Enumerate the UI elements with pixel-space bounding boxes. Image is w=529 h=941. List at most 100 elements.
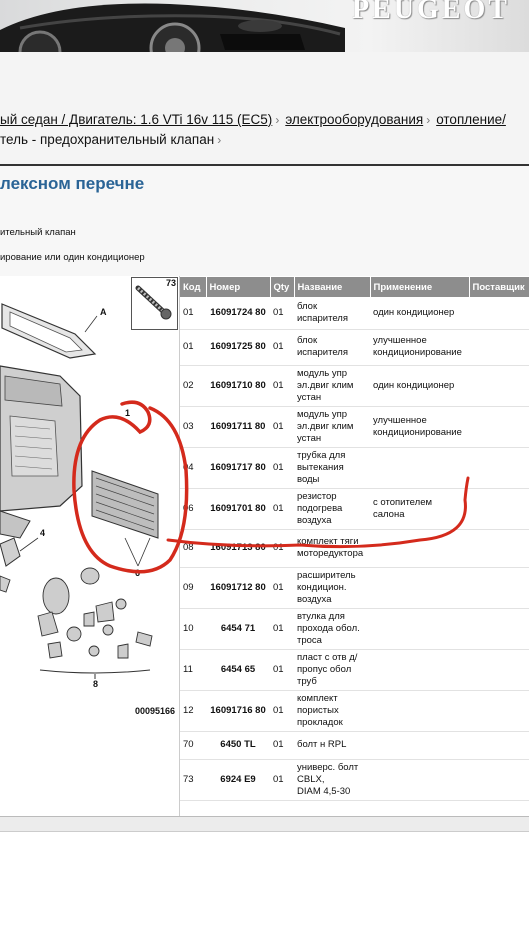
cell-qty: 01 bbox=[270, 529, 294, 568]
cell-qty: 01 bbox=[270, 488, 294, 530]
table-row[interactable]: 70 6450 TL 01 болт н RPL bbox=[180, 731, 529, 760]
cell-nomer: 6450 TL bbox=[206, 731, 270, 760]
table-header-row: Код Номер Qty Название Применение Постав… bbox=[180, 277, 529, 297]
cell-app bbox=[370, 690, 469, 732]
callout-1: 1 bbox=[125, 408, 131, 418]
cell-qty: 01 bbox=[270, 329, 294, 366]
table-row[interactable]: 10 6454 71 01 втулка для прохода обол. трос… bbox=[180, 608, 529, 650]
cell-app bbox=[370, 529, 469, 568]
brand-banner: PEUGEOT bbox=[0, 0, 529, 52]
cell-kod: 01 bbox=[180, 297, 206, 330]
col-header-supplier[interactable]: Поставщик bbox=[469, 277, 529, 297]
filter-line-1: ительный клапан bbox=[0, 227, 76, 238]
cell-supplier bbox=[469, 297, 529, 330]
cell-name: блок испарителя bbox=[294, 329, 370, 366]
table-row[interactable]: 03 16091711 80 01 модуль упр эл.двиг клим у… bbox=[180, 406, 529, 448]
table-row[interactable]: 73 6924 E9 01 универс. болт CBLX, DIAM 4,5-… bbox=[180, 759, 529, 801]
cell-name: пласт с отв д/ пропус обол труб bbox=[294, 649, 370, 691]
cell-name: модуль упр эл.двиг клим устан bbox=[294, 406, 370, 448]
cell-supplier bbox=[469, 567, 529, 609]
cell-kod: 09 bbox=[180, 567, 206, 609]
bottom-bar bbox=[0, 816, 529, 832]
cell-app bbox=[370, 731, 469, 760]
cell-supplier bbox=[469, 690, 529, 732]
cell-supplier bbox=[469, 329, 529, 366]
cell-kod: 73 bbox=[180, 759, 206, 801]
cell-name: комплект пористых прокладок bbox=[294, 690, 370, 732]
cell-supplier bbox=[469, 731, 529, 760]
cell-app bbox=[370, 759, 469, 801]
section-header: лексном перечне ительный клапан ирование… bbox=[0, 166, 529, 276]
cell-app: улучшенное кондиционирование bbox=[370, 329, 469, 366]
cell-kod: 06 bbox=[180, 488, 206, 530]
page-title: лексном перечне bbox=[0, 174, 145, 193]
cell-kod: 01 bbox=[180, 329, 206, 366]
breadcrumb-link-electrical[interactable]: электрооборудования bbox=[285, 112, 423, 127]
brand-logo: PEUGEOT bbox=[352, 0, 510, 25]
table-row[interactable]: 09 16091712 80 01 расширитель кондицион. во… bbox=[180, 567, 529, 609]
cell-supplier bbox=[469, 759, 529, 801]
cell-supplier bbox=[469, 365, 529, 407]
cell-name: модуль упр эл.двиг клим устан bbox=[294, 365, 370, 407]
cell-kod: 03 bbox=[180, 406, 206, 448]
cell-name: расширитель кондицион. воздуха bbox=[294, 567, 370, 609]
breadcrumb: ый седан / Двигатель: 1.6 VTi 16v 115 (E… bbox=[0, 112, 506, 127]
table-row[interactable]: 12 16091716 80 01 комплект пористых проклад… bbox=[180, 690, 529, 732]
table-row[interactable]: 01 16091725 80 01 блок испарителя улучшенное… bbox=[180, 329, 529, 366]
filter-line-2: ирование или один кондиционер bbox=[0, 252, 145, 263]
breadcrumb-current: тель - предохранительный клапан › bbox=[0, 132, 227, 147]
breadcrumb-link-heating[interactable]: отопление/ bbox=[436, 112, 506, 127]
cell-nomer: 6924 E9 bbox=[206, 759, 270, 801]
cell-supplier bbox=[469, 406, 529, 448]
table-row[interactable]: 06 16091701 80 01 резистор подогрева воздух… bbox=[180, 488, 529, 530]
cell-kod: 11 bbox=[180, 649, 206, 691]
cell-nomer: 6454 71 bbox=[206, 608, 270, 650]
cell-nomer: 16091725 80 bbox=[206, 329, 270, 366]
breadcrumb-link-model[interactable]: ый седан / Двигатель: 1.6 VTi 16v 115 (E… bbox=[0, 112, 272, 127]
cell-nomer: 16091710 80 bbox=[206, 365, 270, 407]
cell-app: один кондиционер bbox=[370, 297, 469, 330]
cell-qty: 01 bbox=[270, 447, 294, 489]
col-header-kod[interactable]: Код bbox=[180, 277, 207, 297]
cell-app: с отопителем салона bbox=[370, 488, 469, 530]
table-row[interactable]: 02 16091710 80 01 модуль упр эл.двиг клим у… bbox=[180, 365, 529, 407]
cell-name: комплект тяги моторедуктора bbox=[294, 529, 370, 568]
cell-kod: 70 bbox=[180, 731, 206, 760]
col-header-qty[interactable]: Qty bbox=[270, 277, 295, 297]
cell-qty: 01 bbox=[270, 297, 294, 330]
cell-kod: 10 bbox=[180, 608, 206, 650]
cell-nomer: 16091711 80 bbox=[206, 406, 270, 448]
cell-qty: 01 bbox=[270, 649, 294, 691]
cell-name: втулка для прохода обол. троса bbox=[294, 608, 370, 650]
cell-nomer: 16091713 80 bbox=[206, 529, 270, 568]
cell-qty: 01 bbox=[270, 759, 294, 801]
cell-nomer: 16091724 80 bbox=[206, 297, 270, 330]
parts-table: Код Номер Qty Название Применение Постав… bbox=[180, 277, 529, 801]
cell-supplier bbox=[469, 529, 529, 568]
table-row[interactable]: 08 16091713 80 01 комплект тяги моторедукто… bbox=[180, 529, 529, 568]
cell-name: трубка для вытекания воды bbox=[294, 447, 370, 489]
cell-name: универс. болт CBLX, DIAM 4,5-30 bbox=[294, 759, 370, 801]
col-header-name[interactable]: Название bbox=[294, 277, 371, 297]
callout-4: 4 bbox=[40, 528, 46, 538]
diagram-code: 00095166 bbox=[135, 706, 176, 716]
breadcrumb-area: ый седан / Двигатель: 1.6 VTi 16v 115 (E… bbox=[0, 52, 529, 166]
table-row[interactable]: 01 16091724 80 01 блок испарителя один конди… bbox=[180, 297, 529, 330]
inset-bolt-diagram: 73 bbox=[131, 277, 178, 330]
cell-supplier bbox=[469, 649, 529, 691]
cell-kod: 02 bbox=[180, 365, 206, 407]
cell-qty: 01 bbox=[270, 406, 294, 448]
col-header-nomer[interactable]: Номер bbox=[206, 277, 271, 297]
cell-nomer: 16091701 80 bbox=[206, 488, 270, 530]
table-row[interactable]: 11 6454 65 01 пласт с отв д/ пропус обол тр… bbox=[180, 649, 529, 691]
cell-qty: 01 bbox=[270, 731, 294, 760]
cell-app bbox=[370, 447, 469, 489]
parts-diagram[interactable] bbox=[0, 276, 180, 818]
cell-qty: 01 bbox=[270, 567, 294, 609]
cell-kod: 12 bbox=[180, 690, 206, 732]
cell-qty: 01 bbox=[270, 608, 294, 650]
table-row[interactable]: 04 16091717 80 01 трубка для вытекания воды bbox=[180, 447, 529, 489]
cell-app bbox=[370, 649, 469, 691]
chevron-right-icon: › bbox=[426, 113, 431, 127]
col-header-app[interactable]: Применение bbox=[370, 277, 470, 297]
